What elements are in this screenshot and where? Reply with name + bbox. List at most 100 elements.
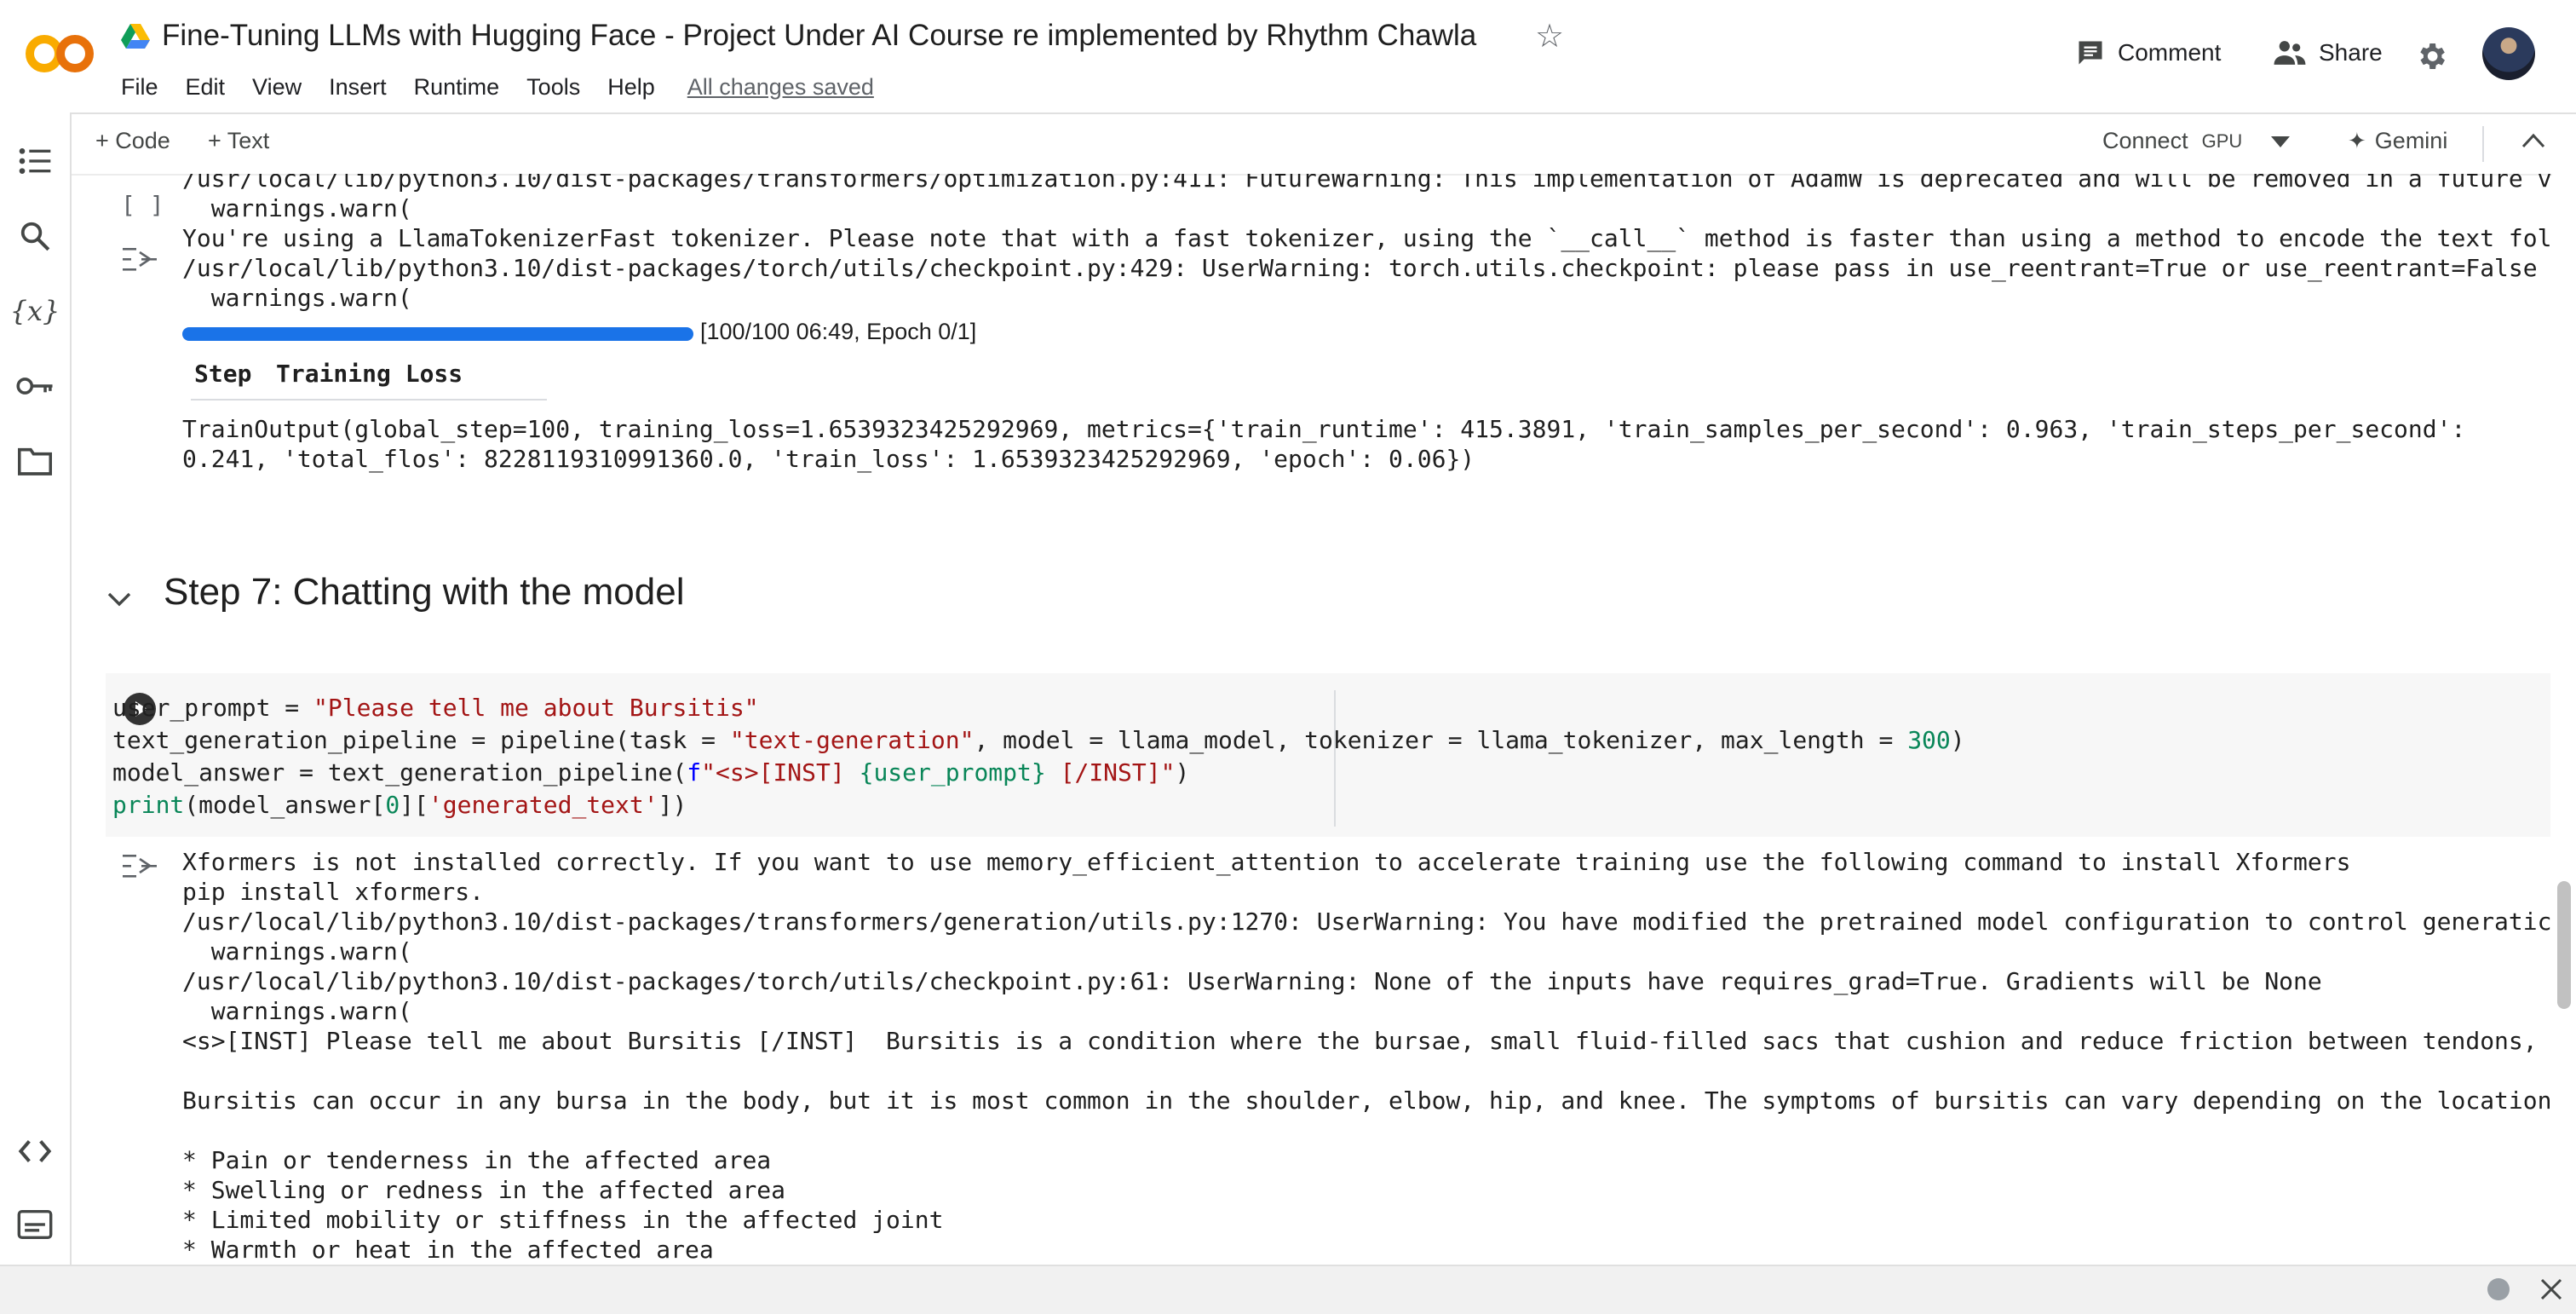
runtime-type-label: GPU: [2201, 130, 2243, 152]
code-line-1: user_prompt = "Please tell me about Burs…: [112, 694, 759, 722]
code-token: ][: [400, 791, 428, 819]
table-of-contents-icon[interactable]: [15, 141, 55, 181]
code-token: 300: [1907, 726, 1951, 754]
code-token: "<s>[INST]: [701, 758, 860, 787]
comment-label: Comment: [2118, 39, 2222, 66]
output-line: * Limited mobility or stiffness in the a…: [182, 1206, 944, 1234]
code-token: ]): [658, 791, 687, 819]
search-icon[interactable]: [15, 216, 55, 256]
progress-fill: [182, 327, 693, 341]
vertical-scrollbar[interactable]: [2552, 174, 2576, 1265]
train-output-line: TrainOutput(global_step=100, training_lo…: [182, 415, 2466, 443]
left-sidebar: {x}: [0, 112, 72, 1265]
code-token: [/INST]": [1045, 758, 1176, 787]
output-line: You're using a LlamaTokenizerFast tokeni…: [182, 224, 2550, 252]
header-bar: Fine-Tuning LLMs with Hugging Face - Pro…: [0, 0, 2576, 114]
code-token: 'generated_text': [428, 791, 658, 819]
cell-output: Xformers is not installed correctly. If …: [72, 847, 2550, 1265]
code-editor[interactable]: user_prompt = "Please tell me about Burs…: [112, 692, 1965, 821]
comment-button[interactable]: Comment: [2075, 37, 2221, 68]
output-line: * Pain or tenderness in the affected are…: [182, 1146, 772, 1174]
menu-view[interactable]: View: [252, 74, 302, 101]
code-line-4: print(model_answer[0]['generated_text']): [112, 791, 687, 819]
user-avatar[interactable]: [2482, 27, 2535, 80]
notebook-title[interactable]: Fine-Tuning LLMs with Hugging Face - Pro…: [162, 19, 1476, 53]
output-line: * Warmth or heat in the affected area: [182, 1236, 714, 1264]
colab-logo[interactable]: [24, 29, 95, 78]
output-line: /usr/local/lib/python3.10/dist-packages/…: [182, 908, 2550, 936]
star-icon[interactable]: ☆: [1535, 17, 1564, 55]
code-token: , model = llama_model, tokenizer = llama…: [974, 726, 1908, 754]
progress-label: [100/100 06:49, Epoch 0/1]: [700, 319, 977, 344]
add-text-button[interactable]: + Text: [208, 128, 269, 154]
save-status[interactable]: All changes saved: [687, 74, 874, 101]
share-button[interactable]: Share: [2273, 37, 2383, 68]
code-token: ): [1175, 758, 1190, 787]
terminal-icon[interactable]: [15, 1205, 55, 1244]
gemini-spark-icon: ✦: [2348, 128, 2366, 153]
code-token: "Please tell me about Bursitis": [313, 694, 759, 722]
collapse-toolbar-chevron-up-icon[interactable]: [2521, 133, 2545, 148]
notebook-toolbar: + Code + Text Connect GPU ✦ Gemini: [72, 114, 2576, 176]
output-line: Bursitis can occur in any bursa in the b…: [182, 1086, 2550, 1115]
gemini-button[interactable]: ✦ Gemini: [2348, 128, 2447, 154]
code-token: f: [687, 758, 702, 787]
output-line: warnings.warn(: [182, 937, 412, 965]
code-token: text_generation_pipeline = pipeline(task…: [112, 726, 730, 754]
output-line: /usr/local/lib/python3.10/dist-packages/…: [182, 174, 2550, 193]
menu-help[interactable]: Help: [607, 74, 655, 101]
share-label: Share: [2319, 39, 2383, 66]
train-output-line: 0.241, 'total_flos': 8228119310991360.0,…: [182, 445, 1475, 473]
connect-dropdown-chevron-icon[interactable]: [2271, 136, 2290, 148]
table-divider: [191, 399, 547, 401]
output-line: <s>[INST] Please tell me about Bursitis …: [182, 1027, 2538, 1055]
people-icon: [2274, 41, 2306, 65]
variables-icon[interactable]: {x}: [10, 291, 60, 331]
code-token: user_prompt =: [112, 694, 314, 722]
status-indicator-icon: [2487, 1278, 2510, 1300]
code-token: 0: [385, 791, 400, 819]
close-icon[interactable]: [2539, 1277, 2564, 1302]
secrets-key-icon[interactable]: [15, 366, 55, 406]
output-line: warnings.warn(: [182, 194, 412, 222]
code-token: model_answer = text_generation_pipeline(: [112, 758, 687, 787]
table-header-step: Step: [194, 360, 252, 388]
output-line: warnings.warn(: [182, 997, 412, 1025]
section-heading: Step 7: Chatting with the model: [164, 571, 685, 613]
output-line: /usr/local/lib/python3.10/dist-packages/…: [182, 967, 2322, 995]
code-token: {user_prompt}: [859, 758, 1046, 787]
section-collapse-chevron-icon[interactable]: [107, 591, 131, 607]
status-bar: [0, 1265, 2576, 1314]
files-folder-icon[interactable]: [15, 441, 55, 481]
scrollbar-thumb[interactable]: [2557, 881, 2571, 1009]
settings-gear-icon[interactable]: [2414, 39, 2448, 73]
output-line: pip install xformers.: [182, 878, 485, 906]
table-header-training-loss: Training Loss: [276, 360, 463, 388]
code-token: print: [112, 791, 185, 819]
code-token: ): [1950, 726, 1965, 754]
code-token: (model_answer[: [184, 791, 386, 819]
menu-insert[interactable]: Insert: [329, 74, 387, 101]
menu-file[interactable]: File: [121, 74, 158, 101]
connect-label: Connect: [2102, 128, 2188, 153]
output-line: * Swelling or redness in the affected ar…: [182, 1176, 786, 1204]
gemini-label: Gemini: [2374, 128, 2448, 153]
output-line: warnings.warn(: [182, 284, 412, 312]
output-line: Xformers is not installed correctly. If …: [182, 848, 2351, 876]
execution-count: [ ]: [121, 191, 164, 219]
menu-tools[interactable]: Tools: [526, 74, 580, 101]
menu-bar: File Edit View Insert Runtime Tools Help…: [121, 70, 874, 104]
comment-icon: [2079, 41, 2102, 65]
menu-runtime[interactable]: Runtime: [414, 74, 500, 101]
add-code-button[interactable]: + Code: [95, 128, 170, 154]
menu-edit[interactable]: Edit: [186, 74, 226, 101]
code-line-3: model_answer = text_generation_pipeline(…: [112, 758, 1189, 787]
code-line-2: text_generation_pipeline = pipeline(task…: [112, 726, 1965, 754]
code-token: "text-generation": [729, 726, 975, 754]
connect-button[interactable]: Connect GPU: [2102, 128, 2242, 154]
output-line: /usr/local/lib/python3.10/dist-packages/…: [182, 254, 2538, 282]
google-drive-icon[interactable]: [121, 24, 150, 49]
output-actions-icon[interactable]: [121, 245, 158, 276]
toolbar-divider: [2482, 126, 2484, 162]
code-snippets-icon[interactable]: [15, 1132, 55, 1171]
